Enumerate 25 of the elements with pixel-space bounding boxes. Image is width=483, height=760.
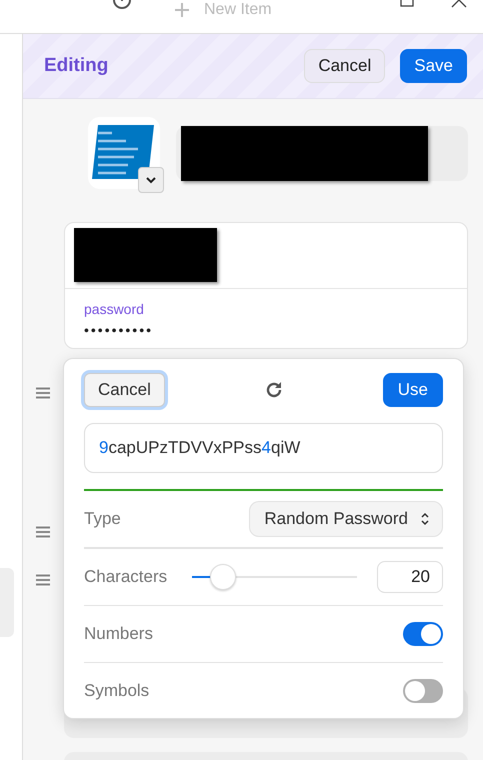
editing-title: Editing xyxy=(44,55,108,77)
option-label: Numbers xyxy=(84,624,153,644)
characters-label: Characters xyxy=(84,567,168,587)
drag-handle-icon[interactable] xyxy=(35,387,51,399)
save-button[interactable]: Save xyxy=(400,49,467,83)
cancel-button[interactable]: Cancel xyxy=(304,49,386,83)
toggle-switch[interactable] xyxy=(403,679,443,703)
chevron-down-icon xyxy=(145,176,157,184)
drag-handle-icon[interactable] xyxy=(35,526,51,538)
plus-icon xyxy=(174,2,190,18)
dropdown-button[interactable] xyxy=(138,167,164,193)
cancel-button[interactable]: Cancel xyxy=(84,373,165,407)
generated-password-field[interactable]: 9capUPzTDVVxPPss4qiW xyxy=(84,423,443,473)
characters-field[interactable]: 20 xyxy=(377,561,443,593)
drag-handle-icon[interactable] xyxy=(35,574,51,586)
characters-slider[interactable] xyxy=(192,564,357,590)
up-down-chevron-icon xyxy=(420,511,430,527)
title-field[interactable] xyxy=(176,126,468,180)
field-label: password xyxy=(84,301,145,317)
type-select[interactable]: Random Password xyxy=(249,501,443,537)
password-value[interactable]: •••••••••• xyxy=(84,322,448,338)
toggle-switch[interactable] xyxy=(403,622,443,646)
type-label: Type xyxy=(84,509,121,529)
option-label: Symbols xyxy=(84,681,150,701)
use-button[interactable]: Use xyxy=(382,373,443,407)
